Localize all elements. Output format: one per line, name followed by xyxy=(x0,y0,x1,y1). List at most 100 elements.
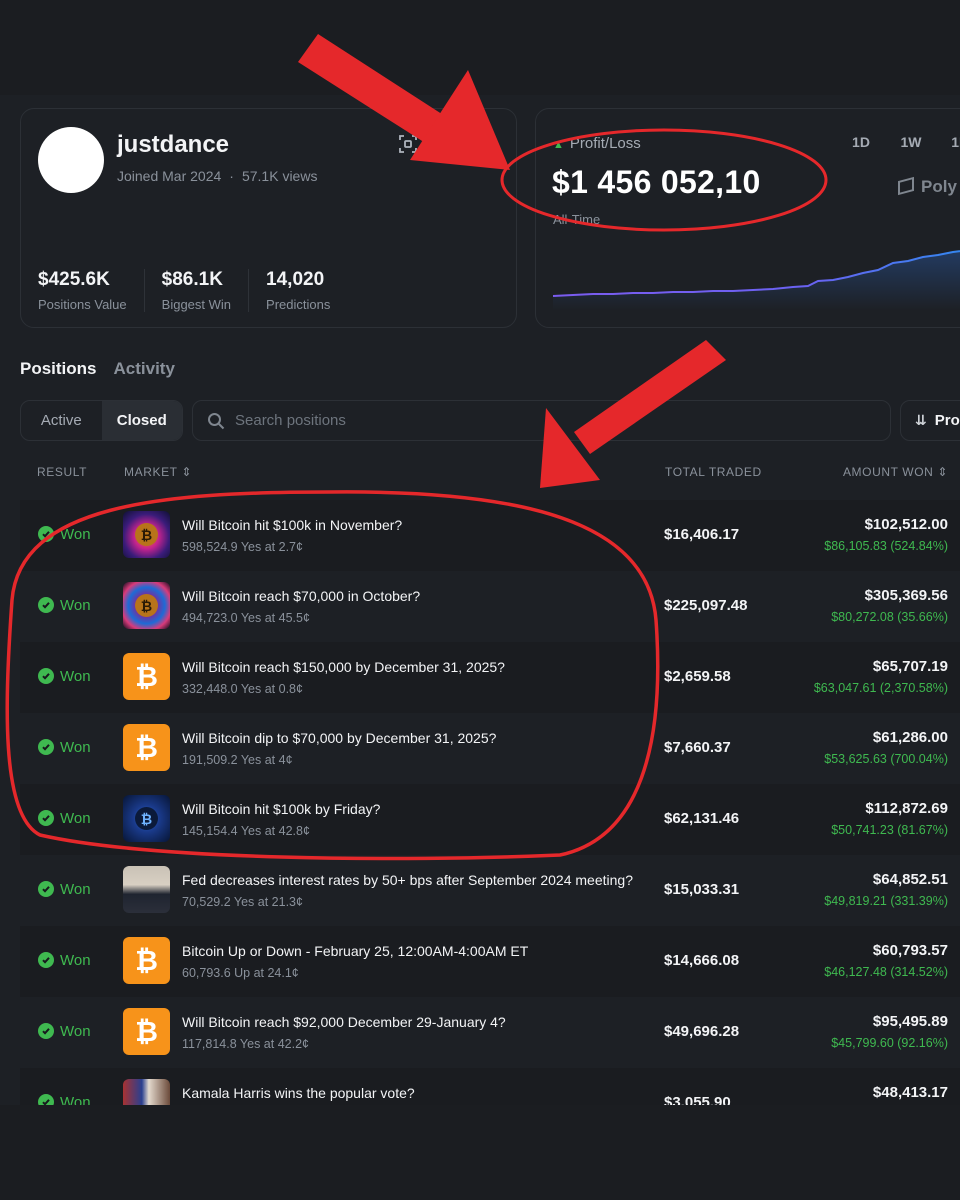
position-detail: 145,154.4 Yes at 42.8¢ xyxy=(182,824,310,838)
position-detail: 332,448.0 Yes at 0.8¢ xyxy=(182,682,303,696)
position-detail: 494,723.0 Yes at 45.5¢ xyxy=(182,611,310,625)
scan-icon[interactable] xyxy=(399,135,417,153)
position-detail: 191,509.2 Yes at 4¢ xyxy=(182,753,293,767)
period-1w[interactable]: 1W xyxy=(886,134,936,150)
brand-text: Poly xyxy=(921,177,957,196)
table-row[interactable]: Won ₿ Will Bitcoin reach $150,000 by Dec… xyxy=(20,642,960,713)
amount-won: $61,286.00 xyxy=(872,729,948,746)
total-traded: $225,097.48 xyxy=(664,596,748,614)
profit-gain: $80,272.08 (35.66%) xyxy=(831,610,948,624)
header-market-label: MARKET xyxy=(124,465,178,479)
result-won: Won xyxy=(38,1068,91,1105)
bottom-band xyxy=(0,1105,960,1200)
result-label: Won xyxy=(60,738,91,756)
harris-photo xyxy=(123,1079,170,1105)
bitcoin-coin-icon: ₿ xyxy=(135,594,158,617)
sort-button[interactable]: ⇊ Pro xyxy=(900,400,960,441)
profit-gain: $63,047.61 (2,370.58%) xyxy=(813,681,948,695)
amount-won: $64,852.51 xyxy=(872,871,948,888)
polymarket-brand: Poly xyxy=(898,176,957,197)
table-row[interactable]: Won ₿ Bitcoin Up or Down - February 25, … xyxy=(20,926,960,997)
pnl-value: $1 456 052,10 xyxy=(552,164,761,200)
total-traded: $16,406.17 xyxy=(664,525,740,543)
profile-meta: Joined Mar 2024 · 57.1K views xyxy=(117,168,317,184)
amount-won: $60,793.57 xyxy=(872,942,948,959)
market-title[interactable]: Fed decreases interest rates by 50+ bps … xyxy=(182,872,633,888)
market-title[interactable]: Will Bitcoin reach $92,000 December 29-J… xyxy=(182,1014,506,1030)
market-title[interactable]: Will Bitcoin dip to $70,000 by December … xyxy=(182,730,496,746)
filter-closed-button[interactable]: Closed xyxy=(101,401,182,440)
period-1m[interactable]: 1M xyxy=(936,134,960,150)
table-row[interactable]: Won ₿ Will Bitcoin hit $100k in November… xyxy=(20,500,960,571)
position-detail: 598,524.9 Yes at 2.7¢ xyxy=(182,540,303,554)
stat-positions-value: $425.6K Positions Value xyxy=(38,269,145,312)
bitcoin-icon: ₿ xyxy=(123,653,170,700)
stat-predictions: 14,020 Predictions xyxy=(266,269,347,312)
header-market[interactable]: MARKET ⇕ xyxy=(124,465,192,479)
check-icon xyxy=(38,952,54,968)
market-title[interactable]: Will Bitcoin hit $100k by Friday? xyxy=(182,801,380,817)
header-won-label: AMOUNT WON xyxy=(842,465,934,479)
table-row[interactable]: Won ₿ Will Bitcoin reach $92,000 Decembe… xyxy=(20,997,960,1068)
table-row[interactable]: Won ₿ Will Bitcoin reach $70,000 in Octo… xyxy=(20,571,960,642)
result-label: Won xyxy=(60,667,91,685)
pnl-area xyxy=(553,251,960,311)
market-title[interactable]: Will Bitcoin reach $70,000 in October? xyxy=(182,588,420,604)
tab-positions[interactable]: Positions xyxy=(20,359,97,379)
avatar[interactable] xyxy=(38,127,104,193)
view-count: 57.1K views xyxy=(241,168,318,184)
result-label: Won xyxy=(60,880,91,898)
result-won: Won xyxy=(38,855,91,923)
market-title[interactable]: Kamala Harris wins the popular vote? xyxy=(182,1085,415,1101)
total-traded: $3,055.90 xyxy=(664,1093,731,1106)
period-1d[interactable]: 1D xyxy=(836,134,886,150)
pnl-label: ▲ Profit/Loss xyxy=(553,135,641,152)
result-label: Won xyxy=(60,809,91,827)
total-traded: $2,659.58 xyxy=(664,667,731,685)
stat-label: Biggest Win xyxy=(161,297,232,312)
market-title[interactable]: Will Bitcoin reach $150,000 by December … xyxy=(182,659,505,675)
table-row[interactable]: Won ₿ Will Bitcoin dip to $70,000 by Dec… xyxy=(20,713,960,784)
search-box xyxy=(192,400,891,441)
position-detail: 117,814.8 Yes at 42.2¢ xyxy=(182,1037,309,1051)
stat-value: $425.6K xyxy=(38,269,110,290)
check-icon xyxy=(38,1094,54,1105)
total-traded: $49,696.28 xyxy=(664,1022,740,1040)
result-won: Won xyxy=(38,500,91,568)
check-icon xyxy=(38,668,54,684)
tab-bar: Positions Activity xyxy=(20,359,175,379)
check-icon xyxy=(38,881,54,897)
search-input[interactable] xyxy=(235,412,835,429)
total-traded: $14,666.08 xyxy=(664,951,740,969)
sort-chevrons-icon: ⇕ xyxy=(181,465,192,479)
share-icon[interactable] xyxy=(477,137,491,151)
profile-card: justdance Joined Mar 2024 · 57.1K views $4… xyxy=(20,108,517,328)
table-row[interactable]: Won Fed decreases interest rates by 50+ … xyxy=(20,855,960,926)
market-title[interactable]: Bitcoin Up or Down - February 25, 12:00A… xyxy=(182,943,528,959)
profit-gain: $86,105.83 (524.84%) xyxy=(824,539,948,553)
header-amount-won[interactable]: AMOUNT WON ⇕ xyxy=(843,465,948,479)
sort-icon: ⇊ xyxy=(915,412,927,428)
stat-value: 14,020 xyxy=(266,269,325,290)
total-traded: $62,131.46 xyxy=(664,809,740,827)
result-won: Won xyxy=(38,571,91,639)
position-detail: 70,529.2 Yes at 21.3¢ xyxy=(182,895,303,909)
username: justdance xyxy=(117,131,230,158)
burst-bitcoin-image: ₿ xyxy=(123,582,170,629)
pnl-label-text: Profit/Loss xyxy=(569,135,641,152)
profit-gain: $45,799.60 (92.16%) xyxy=(831,1036,948,1050)
joined-date: Joined Mar 2024 xyxy=(117,168,222,184)
market-title[interactable]: Will Bitcoin hit $100k in November? xyxy=(182,517,402,533)
bitcoin-icon: ₿ xyxy=(123,937,170,984)
table-row[interactable]: Won ₿ Will Bitcoin hit $100k by Friday? … xyxy=(20,784,960,855)
up-triangle-icon: ▲ xyxy=(553,139,564,151)
filter-active-button[interactable]: Active xyxy=(21,401,102,440)
table-row[interactable]: Won Kamala Harris wins the popular vote?… xyxy=(20,1068,960,1105)
result-label: Won xyxy=(60,596,91,614)
result-label: Won xyxy=(60,1093,91,1106)
polymarket-logo-icon xyxy=(898,176,914,196)
profit-gain: $49,819.21 (331.39%) xyxy=(824,894,948,908)
position-detail: 60,793.6 Up at 24.1¢ xyxy=(182,966,299,980)
stat-value: $86.1K xyxy=(161,269,223,290)
tab-activity[interactable]: Activity xyxy=(114,359,175,379)
